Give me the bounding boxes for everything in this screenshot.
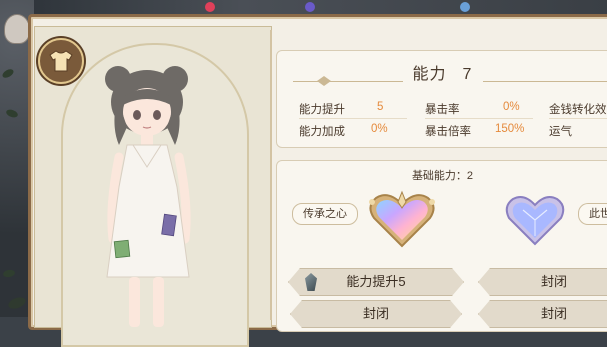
shirt-icon [49,50,73,72]
stat-divider [549,118,607,119]
stat-divider [299,118,407,119]
chibi-avatar [4,14,30,44]
sealed-slot-button[interactable]: 封闭 [290,300,462,328]
ability-boost-button-label: 能力提升5 [346,274,406,289]
leaf-decor [5,108,19,119]
ability-level: 7 [462,66,473,83]
purple-gem-decor [305,2,315,12]
red-gem-decor [205,2,215,12]
sealed-slot-label: 封闭 [540,274,567,289]
stat-ability-bonus: 能力加成 0% [299,123,388,138]
sealed-slot-button[interactable]: 封闭 [478,268,607,296]
this-world-tag: 此世 [578,203,607,225]
ornament-diamond-icon [317,76,331,86]
basic-ability-title: 基础能力：2 [411,170,474,182]
stat-money-conversion: 金钱转化效率 [549,104,607,116]
title-ornament-left [293,81,403,82]
leaf-decor [1,67,15,80]
blue-gem-decor [460,2,470,12]
legacy-heart-tag: 传承之心 [292,203,358,225]
ability-panel: 能力 7 能力提升 5 暴击率 0% 金钱转化效率 能力加成 0% 暴击倍率 15… [276,50,607,148]
outfit-button[interactable] [38,38,84,84]
sealed-slot-label: 封闭 [540,306,567,321]
stat-luck: 运气 [549,126,572,138]
crystal-heart-icon[interactable] [503,190,567,252]
rainbow-heart-icon[interactable] [366,188,438,254]
sealed-slot-label: 封闭 [362,306,389,321]
crystal-icon [305,273,317,291]
ability-title-label: 能力 [412,66,447,83]
title-ornament-right [483,81,607,82]
ability-boost-button[interactable]: 能力提升5 [288,268,464,296]
character-portrait [105,66,191,327]
leaf-decor [2,269,16,278]
stat-crit-multiplier: 暴击倍率 150% [425,123,525,138]
stat-crit-rate: 暴击率 0% [425,101,520,116]
stat-divider [425,118,533,119]
stat-ability-boost: 能力提升 5 [299,101,384,116]
panel-divider [270,30,272,320]
sealed-slot-button[interactable]: 封闭 [478,300,607,328]
